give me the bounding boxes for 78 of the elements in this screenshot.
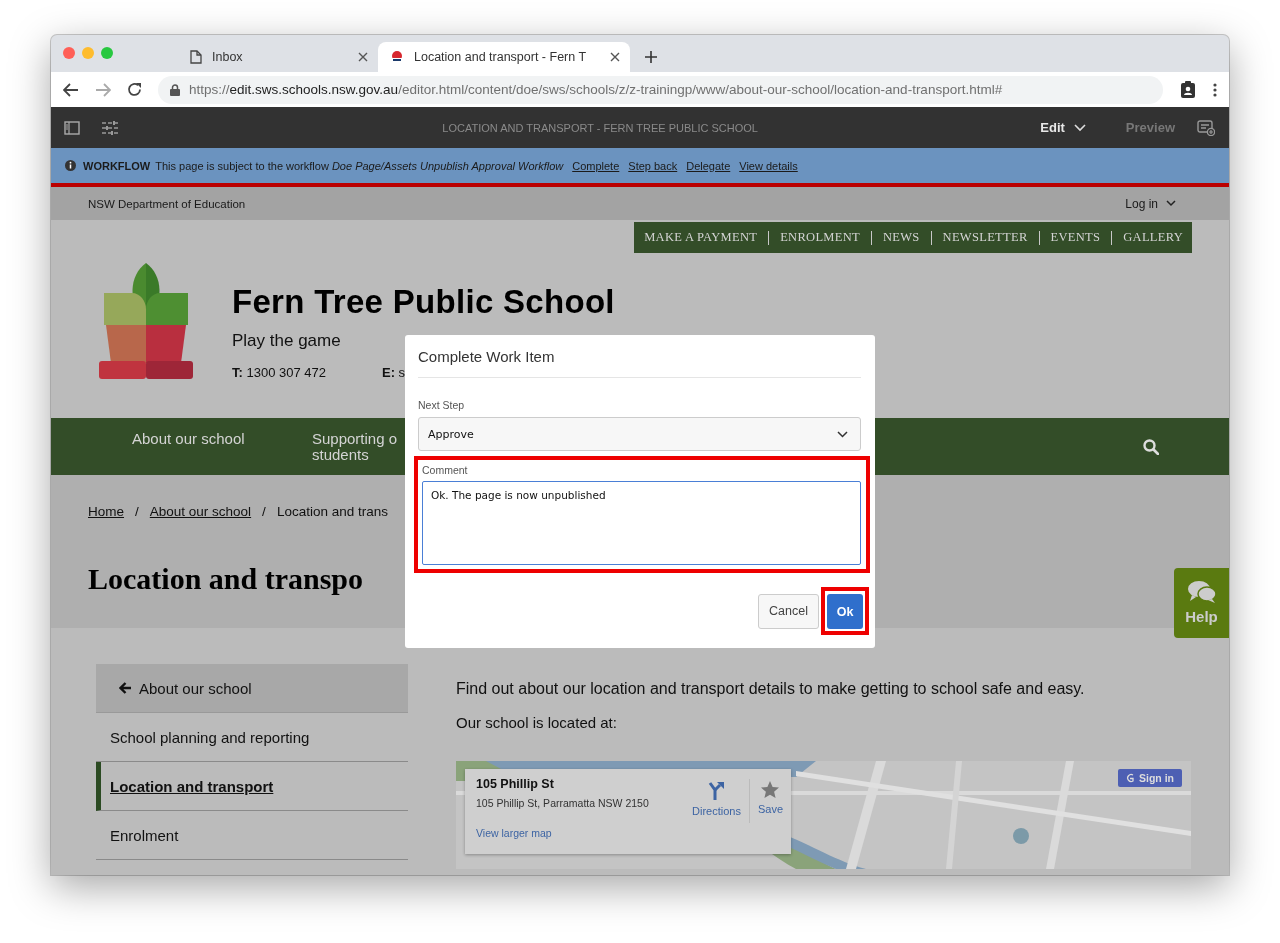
chat-bubbles-icon [1186,580,1217,604]
quick-link[interactable]: NEWS [882,230,920,245]
workflow-link[interactable]: View details [739,159,798,172]
directions-button[interactable]: Directions [684,777,749,854]
close-icon[interactable] [610,52,620,62]
breadcrumb-separator: / [135,504,139,519]
new-tab-icon[interactable] [644,50,658,64]
page-heading: Location and transpo [88,562,364,596]
place-address: 105 Phillip St, Parramatta NSW 2150 [476,797,650,809]
document-icon [190,50,202,64]
address-field[interactable]: https://edit.sws.schools.nsw.gov.au/editor.html/content/doe/sws/schools/z/z-trainingp/www/about-our-school/location-and-transport.html# [158,75,1163,104]
quick-link[interactable]: EVENTS [1050,230,1101,245]
directions-arrow-icon [707,781,726,801]
chevron-down-icon [1073,123,1086,132]
workflow-label: WORKFLOW [83,159,151,172]
school-name: Fern Tree Public School [232,283,615,321]
more-menu-icon[interactable] [1213,82,1217,97]
sidebar-back-link[interactable]: About our school [96,664,408,713]
place-title: 105 Phillip St [476,777,555,791]
chevron-down-icon [837,430,848,438]
browser-tab[interactable]: Location and transport - Fern T [378,42,630,72]
page-title-text: LOCATION AND TRANSPORT - FERN TREE PUBLIC SCHOOL [441,121,759,134]
field-label: Next Step [418,399,466,411]
quick-link[interactable]: GALLERY [1123,230,1183,245]
sidebar-item[interactable]: Enrolment [96,811,408,860]
phone-number: T: 1300 307 472 [232,365,326,380]
window-control-icon [63,47,75,59]
site-logo-icon [390,50,404,64]
ok-button[interactable]: Ok [827,594,863,629]
clipboard-person-icon[interactable] [1181,81,1195,98]
sidebar-item[interactable]: Location and transport [96,762,408,811]
dialog-title: Complete Work Item [418,335,861,378]
cancel-button[interactable]: Cancel [758,593,819,629]
email-address: E: s [382,365,406,380]
view-larger-map-link[interactable]: View larger map [476,827,684,839]
save-button[interactable]: Save [749,777,791,854]
quick-link[interactable]: MAKE A PAYMENT [644,230,758,245]
school-motto: Play the game [232,331,342,351]
search-icon[interactable] [1143,439,1159,455]
nav-menu-item[interactable]: Supporting o students [312,418,409,463]
next-step-select[interactable]: Approve [418,417,861,451]
field-label: Comment [422,464,469,476]
info-icon [65,160,76,171]
workflow-link[interactable]: Delegate [686,159,731,172]
reload-icon[interactable] [127,82,142,97]
sliders-icon[interactable] [102,119,120,136]
lock-icon [170,83,180,96]
intro-text: Find out about our location and transport details to make getting to school safe and easy. [456,680,1086,698]
breadcrumb-item: Location and trans [276,504,388,519]
back-icon[interactable] [63,82,79,97]
mode-dropdown[interactable]: Edit [1040,120,1086,135]
url-text: https://edit.sws.schools.nsw.gov.au/editor.html/content/doe/sws/schools/z/z-trainingp/www/about-our-school/location-and-transport.html# [189,82,1003,97]
arrow-left-icon [119,682,132,694]
window-control-icon [101,47,113,59]
quick-link[interactable]: NEWSLETTER [942,230,1028,245]
breadcrumb-item[interactable]: About our school [149,504,252,519]
body-text: Our school is located at: [456,714,618,731]
workflow-link[interactable]: Step back [628,159,678,172]
nav-menu-item[interactable]: About our school [132,418,312,447]
sign-in-button[interactable]: Sign in [1118,769,1182,787]
side-panel-icon[interactable] [64,120,80,135]
plant-pot-logo-icon [99,263,193,379]
star-icon [761,781,780,799]
window-control-icon [82,47,94,59]
browser-tab[interactable]: Inbox [170,42,378,72]
google-g-icon [1126,772,1134,784]
sidebar-item[interactable]: School planning and reporting [96,713,408,762]
department-name: NSW Department of Education [88,197,246,210]
breadcrumb-separator: / [262,504,266,519]
comment-field[interactable]: Ok. The page is now unpublished [422,481,861,565]
annotate-icon[interactable] [1197,119,1215,136]
close-icon[interactable] [358,52,368,62]
quick-link[interactable]: ENROLMENT [780,230,860,245]
login-dropdown[interactable]: Log in [1125,196,1176,211]
breadcrumb-item[interactable]: Home [88,504,124,519]
chevron-down-icon [1166,200,1176,207]
workflow-message: This page is subject to the workflow Doe Page/Assets Unpublish Approval Workflow [155,159,564,172]
workflow-link[interactable]: Complete [572,159,620,172]
